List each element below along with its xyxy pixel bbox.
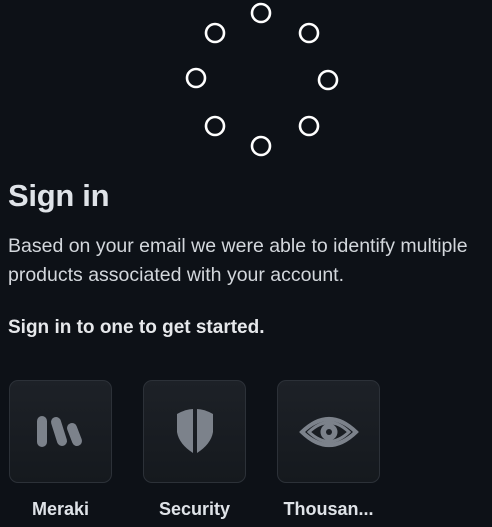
page-title: Sign in (8, 178, 110, 213)
loading-spinner-icon (185, 2, 339, 157)
spinner-dot (204, 115, 226, 137)
product-label: Thousan... (283, 499, 374, 519)
spinner-dot (204, 22, 226, 44)
sign-in-page: Sign in Based on your email we were able… (0, 0, 492, 527)
product-label: Meraki (31, 499, 90, 519)
description-text: Based on your email we were able to iden… (8, 235, 468, 286)
spinner-dot (298, 22, 320, 44)
product-tile[interactable] (9, 380, 112, 483)
product-tile[interactable] (277, 380, 380, 483)
product-thousandeyes[interactable]: Thousan... (276, 380, 381, 520)
instruction-text: Sign in to one to get started. (8, 317, 265, 338)
product-security[interactable]: Security (142, 380, 247, 520)
loading-spinner (0, 0, 492, 165)
product-label: Security (158, 499, 231, 519)
shield-icon (176, 408, 213, 453)
spinner-dot (298, 115, 320, 137)
spinner-dot (185, 67, 207, 89)
meraki-logo-icon (36, 415, 82, 447)
product-list: Meraki Security Thousan... (8, 380, 381, 520)
sign-in-content: Sign in Based on your email we were able… (8, 176, 488, 341)
product-meraki[interactable]: Meraki (8, 380, 113, 520)
product-tile[interactable] (143, 380, 246, 483)
spinner-dot (250, 2, 272, 24)
eye-icon (298, 416, 359, 447)
spinner-dot (250, 135, 272, 157)
spinner-dot (317, 69, 339, 91)
